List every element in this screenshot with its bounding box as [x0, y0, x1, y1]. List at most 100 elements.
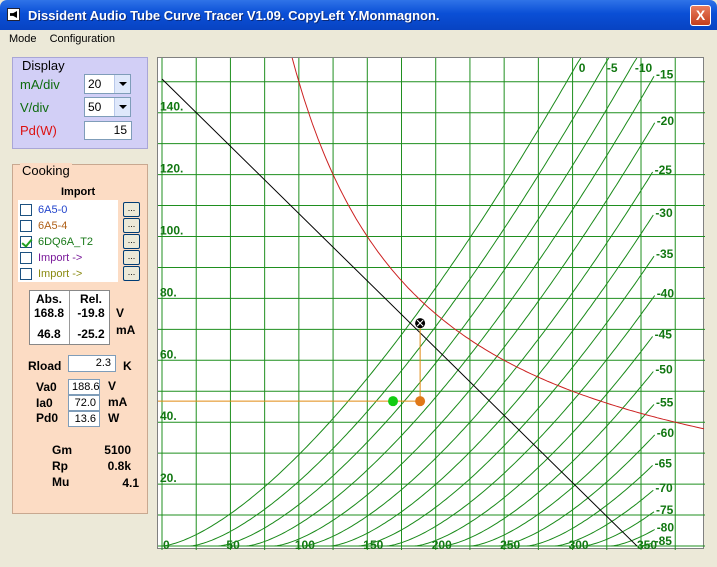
close-button[interactable]: X — [690, 5, 711, 26]
import-browse-button[interactable]: ... — [123, 250, 140, 265]
gm-label: Gm — [52, 443, 73, 457]
load-line — [161, 78, 638, 547]
grid-voltage-label: -20 — [657, 114, 675, 128]
grid-voltage-label: -30 — [655, 206, 673, 220]
grid-curve — [470, 404, 655, 547]
import-label: Import -> — [38, 252, 83, 264]
abs-voltage: 168.8 — [33, 306, 65, 320]
import-browse-button[interactable]: ... — [123, 234, 140, 249]
grid-curve — [330, 214, 654, 547]
va0-unit: V — [108, 379, 117, 393]
v-div-label: V/div — [20, 100, 49, 115]
grid-curve — [246, 76, 655, 547]
grid-voltage-label: -45 — [655, 327, 673, 341]
grid-voltage-label: -55 — [656, 395, 674, 409]
import-checkbox[interactable] — [20, 204, 32, 216]
x-tick-label: 0 — [163, 538, 170, 550]
gm-value: 5100 — [104, 443, 131, 457]
pd-input[interactable]: 15 — [84, 121, 132, 140]
pd-label: Pd(W) — [20, 123, 57, 138]
grid-curve — [302, 171, 654, 547]
rel-header: Rel. — [79, 292, 102, 306]
ma-div-label: mA/div — [20, 77, 60, 92]
grid-curve — [190, 58, 610, 547]
import-row: 6A5-4 — [20, 218, 118, 234]
menu-configuration[interactable]: Configuration — [45, 30, 120, 48]
y-tick-label: 40. — [160, 409, 177, 423]
grid-curve — [386, 295, 656, 547]
grid-voltage-label: -85 — [655, 534, 673, 548]
va0-label: Va0 — [36, 380, 57, 394]
abs-current: 46.8 — [37, 327, 61, 341]
import-checkbox[interactable] — [20, 236, 32, 248]
ma-div-select[interactable]: 20 — [84, 74, 131, 94]
chevron-down-icon[interactable] — [114, 75, 130, 93]
cursor-point — [388, 396, 399, 407]
y-tick-label: 20. — [160, 471, 177, 485]
y-tick-label: 140. — [160, 100, 183, 114]
grid-voltage-label: -15 — [656, 67, 674, 81]
grid-voltage-label: 0 — [579, 61, 586, 75]
grid-voltage-label: -75 — [656, 503, 674, 517]
grid-voltage-label: -65 — [655, 456, 673, 470]
mu-value: 4.1 — [122, 476, 139, 490]
grid-voltage-label: -80 — [657, 520, 675, 534]
import-checkbox[interactable] — [20, 252, 32, 264]
rload-label: Rload — [28, 359, 62, 373]
rp-value: 0.8k — [107, 459, 131, 473]
ma-div-value: 20 — [88, 77, 102, 91]
import-browse-button[interactable]: ... — [123, 218, 140, 233]
import-row: Import -> — [20, 266, 118, 282]
import-row: Import -> — [20, 250, 118, 266]
menu-bar: Mode Configuration — [4, 30, 713, 49]
import-browse-button[interactable]: ... — [123, 202, 140, 217]
grid-voltage-label: -70 — [655, 481, 673, 495]
import-checkbox[interactable] — [20, 220, 32, 232]
grid-voltage-label: -35 — [656, 247, 674, 261]
rel-voltage: -19.8 — [77, 306, 105, 320]
grid-voltage-label: -40 — [657, 286, 675, 300]
rload-input[interactable]: 2.3 — [68, 355, 116, 372]
window-title: Dissident Audio Tube Curve Tracer V1.09.… — [28, 8, 440, 23]
menu-mode[interactable]: Mode — [4, 30, 42, 48]
import-label: 6A5-4 — [38, 220, 68, 232]
import-row: 6DQ6A_T2 — [20, 234, 118, 250]
pd0-value: 13.6 — [68, 411, 100, 427]
grid-voltage-label: -5 — [607, 61, 618, 75]
import-browse-button[interactable]: ... — [123, 266, 140, 281]
pd0-unit: W — [108, 411, 120, 425]
x-tick-label: 200 — [432, 538, 452, 550]
rel-current: -25.2 — [77, 327, 105, 341]
quiescent-marker — [415, 396, 426, 407]
grid-curve — [498, 434, 656, 547]
v-div-select[interactable]: 50 — [84, 97, 131, 117]
y-tick-label: 120. — [160, 162, 183, 176]
import-header: Import — [61, 186, 96, 198]
import-label: 6DQ6A_T2 — [38, 236, 94, 248]
grid-voltage-label: -50 — [655, 363, 673, 377]
mu-label: Mu — [52, 475, 70, 489]
chevron-down-icon[interactable] — [114, 98, 130, 116]
cooking-title: Cooking — [20, 163, 72, 178]
y-tick-label: 100. — [160, 224, 183, 238]
voltage-unit: V — [116, 306, 125, 320]
ia0-unit: mA — [108, 395, 128, 409]
rp-label: Rp — [52, 459, 68, 473]
import-checkbox[interactable] — [20, 268, 32, 280]
curve-plot[interactable]: 0 50 100 150 200 250 300 350 20. 40. 60. 80. 100. 120… — [157, 57, 705, 550]
grid-voltage-label: -60 — [657, 426, 675, 440]
current-unit: mA — [116, 323, 136, 337]
y-tick-label: 60. — [160, 347, 177, 361]
curve-chart[interactable]: 0 50 100 150 200 250 300 35020.40.60.80.100.120… — [158, 58, 705, 550]
title-bar: Dissident Audio Tube Curve Tracer V1.09.… — [0, 0, 717, 30]
pd0-label: Pd0 — [36, 411, 59, 425]
grid-voltage-label: -25 — [655, 163, 673, 177]
ia0-value: 72.0 — [68, 395, 100, 411]
import-label: 6A5-0 — [38, 204, 68, 216]
display-title: Display — [20, 58, 67, 73]
import-label: Import -> — [38, 268, 83, 280]
grid-curve — [218, 58, 638, 547]
v-div-value: 50 — [88, 100, 102, 114]
ia0-label: Ia0 — [36, 396, 53, 410]
app-icon — [7, 8, 20, 21]
